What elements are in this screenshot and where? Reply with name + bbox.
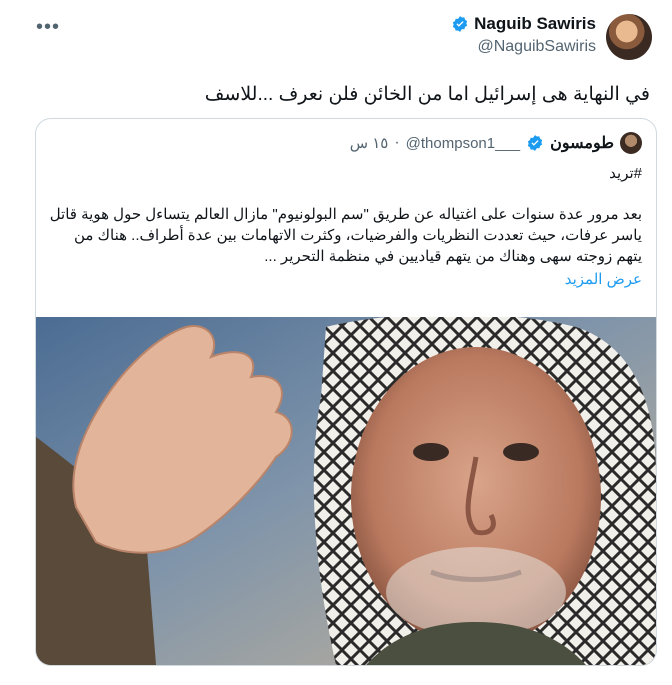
quoted-tweet-header: ١٥ س · @thompson1___ طومسون [350, 132, 642, 154]
author-display-name[interactable]: Naguib Sawiris [474, 14, 596, 34]
more-options-icon[interactable]: ••• [36, 16, 60, 39]
quoted-tweet-text: #تريد بعد مرور عدة سنوات على اغتياله عن … [48, 163, 642, 290]
quoted-avatar[interactable] [620, 132, 642, 154]
author-names[interactable]: Naguib Sawiris @NaguibSawiris [451, 14, 596, 56]
author-handle[interactable]: @NaguibSawiris [451, 38, 596, 56]
quoted-handle[interactable]: @thompson1___ [406, 135, 520, 152]
tweet-author[interactable]: Naguib Sawiris @NaguibSawiris [451, 14, 652, 60]
tweet-text: في النهاية هى إسرائيل اما من الخائن فلن … [204, 84, 650, 105]
quoted-separator: · [394, 134, 400, 151]
quoted-time[interactable]: ١٥ س [350, 134, 389, 152]
tweet-card: ••• Naguib Sawiris @NaguibSawiris في الن… [0, 0, 672, 685]
quoted-display-name[interactable]: طومسون [550, 133, 614, 153]
quoted-tweet-image[interactable] [36, 317, 656, 665]
quoted-hashtag[interactable]: #تريد [48, 163, 642, 184]
quoted-body: بعد مرور عدة سنوات على اغتياله عن طريق "… [49, 206, 642, 265]
verified-badge-icon [526, 134, 544, 152]
show-more-link[interactable]: عرض المزيد [48, 269, 642, 290]
quoted-tweet[interactable]: ١٥ س · @thompson1___ طومسون #تريد بعد مر… [35, 118, 657, 666]
verified-badge-icon [451, 15, 469, 33]
author-avatar[interactable] [606, 14, 652, 60]
